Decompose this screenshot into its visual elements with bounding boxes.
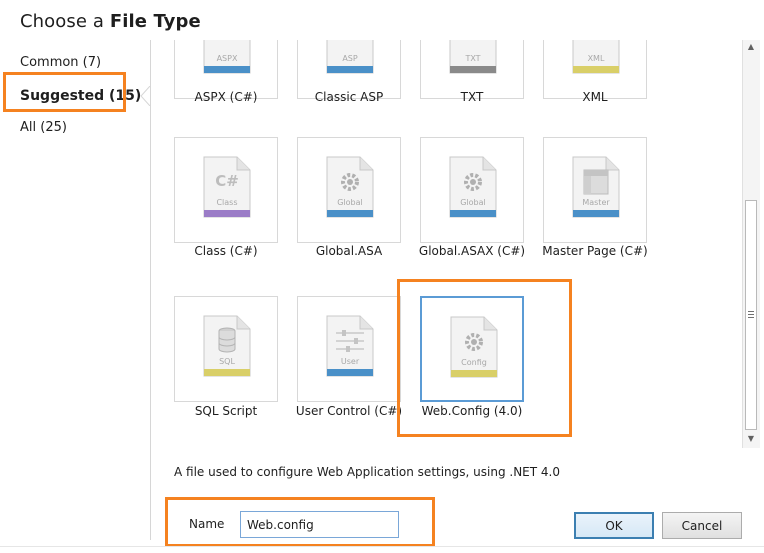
- tile-icon-caption: XML: [588, 54, 605, 63]
- tile-icon-caption: ASPX: [217, 54, 238, 63]
- global-file-icon: Global: [449, 156, 497, 218]
- tile-label-web-config-40[interactable]: Web.Config (4.0): [407, 404, 537, 418]
- scroll-up-icon[interactable]: ▲: [742, 40, 760, 54]
- user-control-file-icon: User: [326, 315, 374, 377]
- ok-button[interactable]: OK: [574, 512, 654, 539]
- tile-icon-caption: Global: [337, 198, 363, 207]
- scroll-grip-icon: [748, 311, 754, 320]
- tile-icon-caption: Config: [461, 358, 487, 367]
- config-file-icon: Config: [450, 316, 498, 378]
- tile-label-sql-script[interactable]: SQL Script: [161, 404, 291, 418]
- sql-file-icon: SQL: [203, 315, 251, 377]
- global-file-icon: Global: [326, 156, 374, 218]
- tile-icon-caption: TXT: [464, 54, 480, 63]
- bottom-divider: [0, 546, 764, 547]
- file-type-description: A file used to configure Web Application…: [174, 465, 560, 479]
- cancel-button[interactable]: Cancel: [662, 512, 742, 539]
- tile-icon-caption: Master: [582, 198, 610, 207]
- tile-icon-caption: Global: [460, 198, 486, 207]
- tile-user-control-cs[interactable]: User: [297, 296, 401, 402]
- tile-label-user-control-cs[interactable]: User Control (C#): [284, 404, 414, 418]
- tile-label-master-page-cs[interactable]: Master Page (C#): [530, 244, 660, 258]
- aspx-file-icon: ASPX: [203, 40, 251, 74]
- tile-icon-caption: User: [341, 357, 360, 366]
- tile-label-class-cs[interactable]: Class (C#): [161, 244, 291, 258]
- tile-label-xml[interactable]: XML: [530, 90, 660, 104]
- name-input[interactable]: [240, 511, 399, 538]
- tile-web-config-40[interactable]: Config: [420, 296, 524, 402]
- tile-icon-caption: SQL: [219, 357, 235, 366]
- tile-label-global-asa[interactable]: Global.ASA: [284, 244, 414, 258]
- file-type-grid: ASPX ASPX (C#) ASP Classic ASP TXT TXT XML XML C…: [152, 40, 742, 450]
- tile-sql-script[interactable]: SQL: [174, 296, 278, 402]
- tile-label-txt[interactable]: TXT: [407, 90, 537, 104]
- category-all[interactable]: All (25): [20, 120, 67, 135]
- tile-label-global-asax-cs[interactable]: Global.ASAX (C#): [407, 244, 537, 258]
- tile-label-aspx-cs[interactable]: ASPX (C#): [161, 90, 291, 104]
- panel-divider: [150, 40, 151, 540]
- master-file-icon: Master: [572, 156, 620, 218]
- dialog-title: Choose a File Type: [20, 11, 201, 32]
- tile-label-classic-asp[interactable]: Classic ASP: [284, 90, 414, 104]
- scroll-down-icon[interactable]: ▼: [742, 432, 760, 446]
- svg-text:C#: C#: [215, 172, 239, 190]
- asp-file-icon: ASP: [326, 40, 374, 74]
- tile-master-page-cs[interactable]: Master: [543, 137, 647, 243]
- txt-file-icon: TXT: [449, 40, 497, 74]
- class-file-icon: C# Class: [203, 156, 251, 218]
- xml-file-icon: XML: [572, 40, 620, 74]
- name-label: Name: [189, 517, 225, 531]
- tile-icon-caption: Class: [216, 198, 237, 207]
- tile-class-cs[interactable]: C# Class: [174, 137, 278, 243]
- tile-global-asa[interactable]: Global: [297, 137, 401, 243]
- category-common[interactable]: Common (7): [20, 55, 101, 70]
- tile-global-asax-cs[interactable]: Global: [420, 137, 524, 243]
- category-suggested[interactable]: Suggested (15): [20, 88, 141, 104]
- tile-icon-caption: ASP: [342, 54, 358, 63]
